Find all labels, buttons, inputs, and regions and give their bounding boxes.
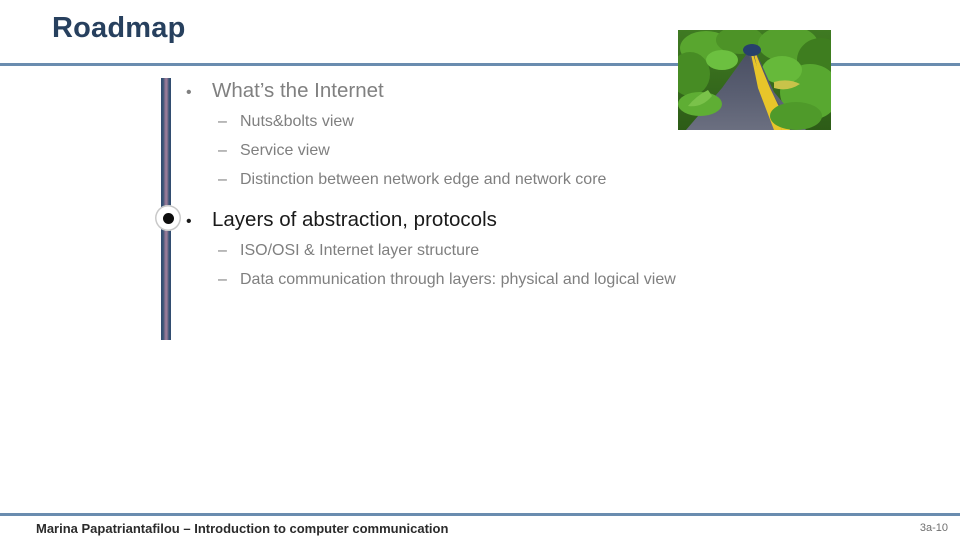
slide: Roadmap • What’s the Internet – Nuts&bol… xyxy=(0,0,960,540)
outline-subitem: – Service view xyxy=(186,137,886,166)
dash-glyph: – xyxy=(218,271,227,289)
outline-sublist-0: – Nuts&bolts view – Service view – Disti… xyxy=(186,108,886,195)
outline-heading-label: What’s the Internet xyxy=(212,79,384,102)
outline-heading-1: • Layers of abstraction, protocols xyxy=(186,207,886,233)
outline-subitem: – Data communication through layers: phy… xyxy=(186,266,886,295)
outline-subitem-label: ISO/OSI & Internet layer structure xyxy=(240,242,480,260)
outline-subitem: – Nuts&bolts view xyxy=(186,108,886,137)
outline-subitem: – Distinction between network edge and n… xyxy=(186,166,886,195)
dash-glyph: – xyxy=(218,242,227,260)
bullet-glyph: • xyxy=(186,84,192,101)
dash-glyph: – xyxy=(218,141,227,159)
current-topic-marker xyxy=(155,205,181,231)
outline-subitem-label: Service view xyxy=(240,141,330,159)
outline-sublist-1: – ISO/OSI & Internet layer structure – D… xyxy=(186,237,886,295)
outline-subitem: – ISO/OSI & Internet layer structure xyxy=(186,237,886,266)
outline-subitem-label: Distinction between network edge and net… xyxy=(240,170,607,188)
footer-attribution: Marina Papatriantafilou – Introduction t… xyxy=(36,521,449,536)
outline-subitem-label: Data communication through layers: physi… xyxy=(240,271,676,289)
outline-heading-label: Layers of abstraction, protocols xyxy=(212,208,497,232)
page-title: Roadmap xyxy=(52,12,186,44)
page-number: 3a-10 xyxy=(919,522,948,534)
outline-heading-0: • What’s the Internet xyxy=(186,78,886,104)
footer-divider xyxy=(0,513,960,516)
outline-subitem-label: Nuts&bolts view xyxy=(240,112,354,130)
dash-glyph: – xyxy=(218,112,227,130)
dash-glyph: – xyxy=(218,170,227,188)
outline-group-spacer xyxy=(186,194,886,207)
outline-content: • What’s the Internet – Nuts&bolts view … xyxy=(186,78,886,295)
bullet-glyph: • xyxy=(186,213,192,231)
